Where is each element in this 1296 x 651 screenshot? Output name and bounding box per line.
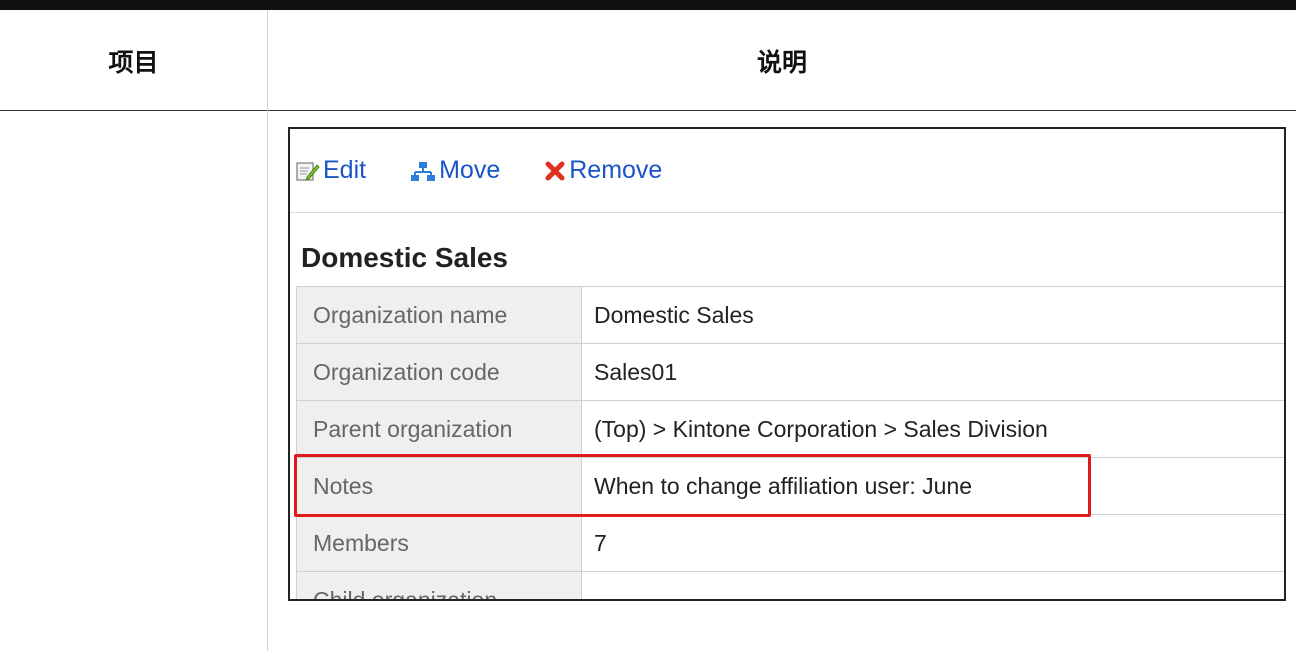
move-label: Move (439, 156, 501, 184)
row-label-parent-organization: Parent organization (296, 400, 582, 458)
notes-highlight-box (294, 454, 1091, 517)
table-row: Organization code Sales01 (296, 343, 1284, 401)
move-icon (411, 161, 436, 181)
organization-details-table: Organization name Domestic Sales Organiz… (296, 286, 1284, 599)
row-label-members: Members (296, 514, 582, 572)
table-row: Child organization (296, 571, 1284, 599)
toolbar: Edit Move Remove (290, 129, 1284, 213)
row-value-parent-organization: (Top) > Kintone Corporation > Sales Divi… (581, 400, 1284, 458)
remove-icon (545, 161, 565, 180)
row-label-child-organization: Child organization (296, 571, 582, 599)
edit-label: Edit (323, 156, 367, 184)
row-label-organization-name: Organization name (296, 286, 582, 344)
remove-button[interactable]: Remove (544, 156, 662, 185)
row-label-organization-code: Organization code (296, 343, 582, 401)
table-row: Members 7 (296, 514, 1284, 572)
header-description: 说明 (756, 47, 807, 77)
organization-title: Domestic Sales (301, 242, 508, 273)
row-value-members: 7 (581, 514, 1284, 572)
move-button[interactable]: Move (410, 156, 500, 185)
organization-detail-screenshot: Edit Move Remove Domestic Sales Organiza… (288, 127, 1286, 601)
top-rule (0, 0, 1296, 10)
table-row: Parent organization (Top) > Kintone Corp… (296, 400, 1284, 458)
edit-button[interactable]: Edit (296, 156, 366, 185)
row-value-organization-name: Domestic Sales (581, 286, 1284, 344)
header-item: 项目 (108, 47, 159, 77)
remove-label: Remove (569, 156, 663, 184)
edit-icon (296, 161, 320, 181)
row-value-organization-code: Sales01 (581, 343, 1284, 401)
table-row: Organization name Domestic Sales (296, 286, 1284, 344)
row-value-child-organization (581, 571, 1284, 599)
